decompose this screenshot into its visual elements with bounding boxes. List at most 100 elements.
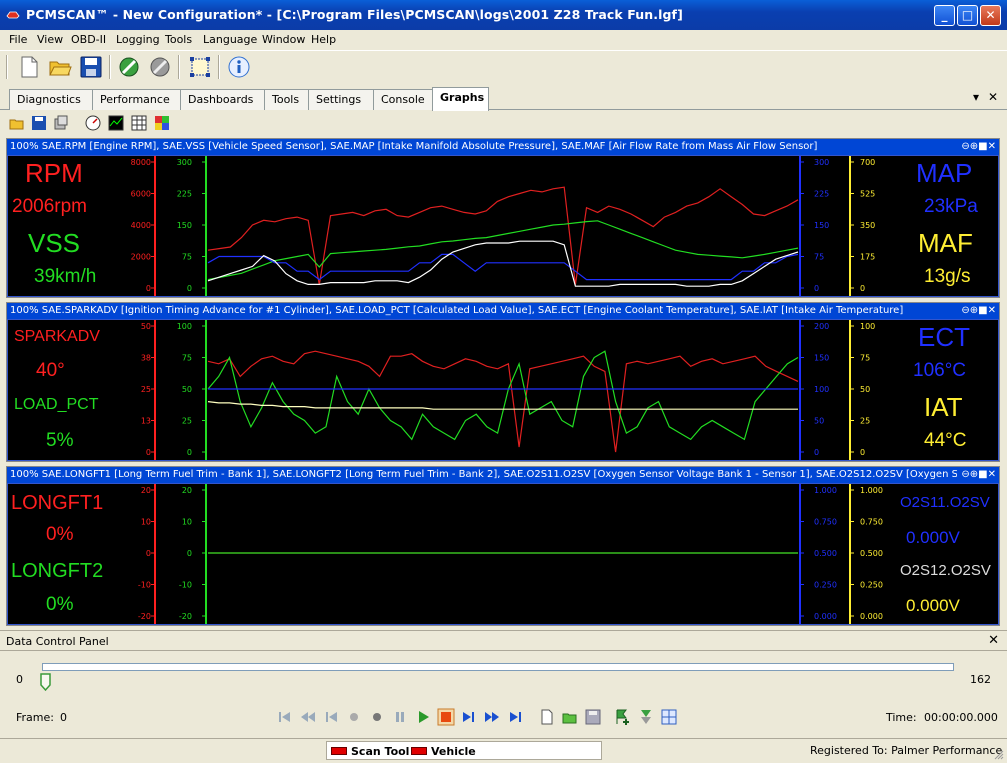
panel-1-controls[interactable]: ⊖⊕■✕	[957, 139, 996, 155]
tick-label: 1.000	[860, 486, 883, 495]
tick-label: 0	[860, 448, 865, 457]
chart-view-icon[interactable]	[108, 115, 124, 131]
skip-last-icon[interactable]	[506, 708, 524, 726]
data-control-panel-close-button[interactable]: ✕	[988, 633, 999, 648]
pause-icon[interactable]	[391, 708, 409, 726]
minimize-button[interactable]: _	[934, 5, 955, 26]
tick-label: 0.750	[860, 518, 883, 527]
tab-diagnostics[interactable]: Diagnostics	[9, 89, 93, 110]
panel-1-body: 8000 6000 4000 2000 0 300 225 150 75 0 300 225 150 75…	[7, 155, 999, 297]
menu-obd2[interactable]: OBD-II	[71, 33, 106, 46]
sparkadv-label: SPARKADV	[14, 328, 100, 345]
tick-label: -20	[138, 612, 151, 621]
ect-label: ECT	[918, 322, 970, 352]
resize-grip-icon[interactable]	[992, 748, 1004, 760]
window-title: PCMSCAN™ - New Configuration* - [C:\Prog…	[26, 7, 683, 22]
new-file-icon[interactable]	[16, 54, 42, 80]
tick-label: 350	[860, 221, 875, 230]
table-view-icon[interactable]	[131, 115, 147, 131]
tick-label: -20	[179, 612, 192, 621]
tab-dropdown-icon[interactable]: ▾	[973, 90, 979, 104]
fast-forward-icon[interactable]	[483, 708, 501, 726]
menu-view[interactable]: View	[37, 33, 63, 46]
color-map-icon[interactable]	[154, 115, 170, 131]
menu-language[interactable]: Language	[203, 33, 257, 46]
tab-tools[interactable]: Tools	[264, 89, 309, 110]
tick-label: 50	[182, 385, 192, 394]
save-graph-icon[interactable]	[31, 115, 47, 131]
vss-label: VSS	[28, 228, 81, 258]
panel-2-chart[interactable]: 5038251301007550250200150100500100755025…	[8, 320, 998, 460]
panel-2-controls[interactable]: ⊖⊕■✕	[957, 303, 996, 319]
open-graph-icon[interactable]	[9, 115, 25, 131]
gauge-icon[interactable]	[85, 115, 101, 131]
add-marker-icon[interactable]	[614, 708, 632, 726]
time-label: Time:	[886, 711, 917, 724]
status-legend: Scan Tool Vehicle	[326, 741, 602, 760]
graph-settings-icon[interactable]	[53, 115, 69, 131]
tick-label: 2000	[131, 253, 151, 262]
record-disabled-icon[interactable]	[345, 708, 363, 726]
map-value: 23kPa	[924, 196, 978, 217]
app-logo-icon	[6, 11, 20, 19]
save-icon[interactable]	[78, 54, 104, 80]
tick-label: 75	[182, 354, 192, 363]
grid-settings-icon[interactable]	[660, 708, 678, 726]
tab-performance[interactable]: Performance	[92, 89, 181, 110]
panel-1-chart[interactable]: 8000 6000 4000 2000 0 300 225 150 75 0 300 225 150 75…	[8, 156, 998, 296]
toolbar-grip	[6, 55, 8, 79]
tick-label: 0	[187, 448, 192, 457]
maximize-button[interactable]: □	[957, 5, 978, 26]
graph-panel-2: 100% SAE.SPARKADV [Ignition Timing Advan…	[6, 302, 1000, 462]
step-forward-icon[interactable]	[460, 708, 478, 726]
disconnect-icon[interactable]	[147, 54, 173, 80]
tick-label: 525	[860, 190, 875, 199]
frame-label: Frame:	[16, 711, 54, 724]
panel-3-title: 100% SAE.LONGFT1 [Long Term Fuel Trim - …	[10, 469, 968, 480]
longft2-value: 0%	[46, 594, 74, 615]
iat-value: 44°C	[924, 430, 967, 451]
connect-icon[interactable]	[116, 54, 142, 80]
panel-3-controls[interactable]: ⊖⊕■✕	[957, 467, 996, 483]
record-icon[interactable]	[368, 708, 386, 726]
skip-first-icon[interactable]	[276, 708, 294, 726]
rpm-label: RPM	[25, 158, 83, 188]
maf-value: 13g/s	[924, 266, 971, 287]
tab-dashboards[interactable]: Dashboards	[180, 89, 265, 110]
close-button[interactable]: ✕	[980, 5, 1001, 26]
export-icon[interactable]	[637, 708, 655, 726]
tab-close-icon[interactable]: ✕	[988, 90, 998, 104]
tick-label: 0	[187, 549, 192, 558]
tick-label: 10	[182, 518, 192, 527]
open-log-icon[interactable]	[561, 708, 579, 726]
frame-slider-thumb[interactable]	[40, 673, 51, 691]
panel-2-title: 100% SAE.SPARKADV [Ignition Timing Advan…	[10, 305, 904, 316]
select-region-icon[interactable]	[187, 54, 213, 80]
menu-help[interactable]: Help	[311, 33, 336, 46]
longft2-label: LONGFT2	[11, 560, 104, 582]
menu-window[interactable]: Window	[262, 33, 305, 46]
step-back-icon[interactable]	[322, 708, 340, 726]
tick-label: 25	[860, 417, 870, 426]
data-control-panel-title: Data Control Panel	[6, 635, 109, 648]
save-log-icon[interactable]	[584, 708, 602, 726]
stop-icon[interactable]	[437, 708, 455, 726]
ect-value: 106°C	[913, 360, 967, 381]
tick-label: 150	[814, 354, 829, 363]
tab-console[interactable]: Console	[373, 89, 433, 110]
tab-graphs[interactable]: Graphs	[432, 87, 489, 111]
rewind-fast-icon[interactable]	[299, 708, 317, 726]
play-icon[interactable]	[414, 708, 432, 726]
tab-settings[interactable]: Settings	[308, 89, 374, 110]
tick-label: 0.750	[814, 518, 837, 527]
menu-logging[interactable]: Logging	[116, 33, 160, 46]
new-log-icon[interactable]	[538, 708, 556, 726]
frame-slider-track[interactable]	[42, 663, 954, 671]
menu-file[interactable]: File	[9, 33, 27, 46]
info-icon[interactable]	[226, 54, 252, 80]
open-folder-icon[interactable]	[47, 54, 73, 80]
tick-label: 700	[860, 158, 875, 167]
series-line-map	[207, 253, 799, 281]
menu-tools[interactable]: Tools	[165, 33, 192, 46]
panel-3-chart[interactable]: 20 10 0 -10 -20 20 10 0 -10 -20 1.000 0.750 0.500 0.2…	[8, 484, 998, 624]
